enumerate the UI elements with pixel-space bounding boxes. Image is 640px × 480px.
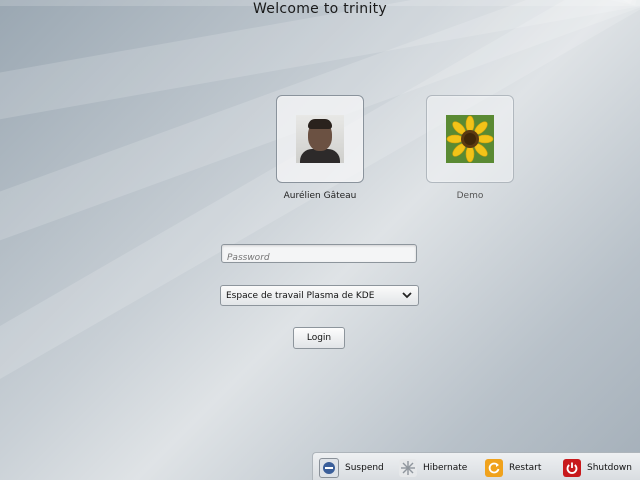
- user-demo[interactable]: Demo: [425, 95, 515, 201]
- user-name: Demo: [456, 191, 484, 201]
- user-photo-icon: [296, 115, 344, 163]
- hibernate-button[interactable]: Hibernate: [399, 459, 467, 477]
- restart-icon: [485, 459, 503, 477]
- hibernate-icon: [399, 459, 417, 477]
- chevron-down-icon: [402, 292, 412, 299]
- background-rays: [0, 0, 640, 480]
- user-tile[interactable]: [276, 95, 364, 183]
- shutdown-label: Shutdown: [587, 463, 632, 473]
- shutdown-button[interactable]: Shutdown: [563, 459, 632, 477]
- user-tile[interactable]: [426, 95, 514, 183]
- shutdown-icon: [563, 459, 581, 477]
- session-selected-label: Espace de travail Plasma de KDE: [226, 290, 375, 301]
- sunflower-icon: [446, 115, 494, 163]
- suspend-icon: [319, 458, 339, 478]
- power-actions-bar: Suspend Hibernate Restart Shutdown: [312, 452, 640, 480]
- restart-label: Restart: [509, 463, 542, 473]
- password-input[interactable]: [222, 249, 416, 267]
- restart-button[interactable]: Restart: [485, 459, 541, 477]
- session-select[interactable]: Espace de travail Plasma de KDE: [220, 285, 419, 306]
- user-aurelien[interactable]: Aurélien Gâteau: [275, 95, 365, 201]
- password-field[interactable]: [221, 244, 417, 267]
- user-name: Aurélien Gâteau: [283, 191, 357, 201]
- hibernate-label: Hibernate: [423, 463, 468, 473]
- suspend-label: Suspend: [345, 463, 384, 473]
- login-button[interactable]: Login: [293, 327, 345, 349]
- welcome-title: Welcome to trinity: [252, 1, 388, 17]
- suspend-button[interactable]: Suspend: [319, 458, 384, 478]
